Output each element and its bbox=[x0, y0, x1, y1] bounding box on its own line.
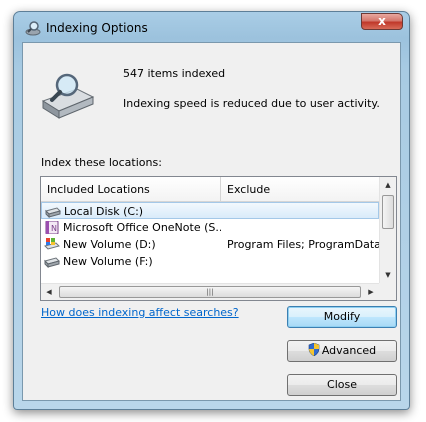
dialog-window: Indexing Options x 547 items indexed Ind… bbox=[13, 11, 410, 410]
close-icon: x bbox=[378, 14, 386, 28]
svg-text:N: N bbox=[51, 224, 57, 233]
scroll-up-icon[interactable]: ▲ bbox=[380, 177, 396, 193]
scroll-right-icon[interactable]: ▶ bbox=[363, 284, 379, 300]
close-button-label: Close bbox=[327, 378, 357, 391]
horizontal-scroll-thumb[interactable]: ||| bbox=[59, 286, 361, 298]
indexing-help-link[interactable]: How does indexing affect searches? bbox=[41, 306, 239, 319]
locations-label: Index these locations: bbox=[41, 156, 162, 169]
scrollbar-corner bbox=[379, 283, 396, 300]
list-item[interactable]: Local Disk (C:) bbox=[41, 202, 379, 219]
hard-drive-icon bbox=[45, 207, 61, 218]
horizontal-scrollbar[interactable]: ◀ ||| ▶ bbox=[41, 283, 379, 300]
modify-button[interactable]: Modify bbox=[287, 306, 397, 328]
list-header: Included Locations Exclude bbox=[41, 177, 379, 202]
drive-windows-icon bbox=[44, 238, 60, 250]
close-button[interactable]: Close bbox=[287, 374, 397, 396]
scroll-left-icon[interactable]: ◀ bbox=[41, 284, 57, 300]
advanced-button[interactable]: Advanced bbox=[287, 340, 397, 362]
scroll-down-icon[interactable]: ▼ bbox=[380, 267, 396, 283]
indexed-drive-icon bbox=[41, 73, 95, 119]
locations-list[interactable]: Included Locations Exclude Local Disk (C… bbox=[40, 176, 397, 301]
location-name: Microsoft Office OneNote (S... bbox=[63, 221, 221, 234]
list-item[interactable]: N Microsoft Office OneNote (S... bbox=[41, 219, 379, 236]
location-exclude: Program Files; ProgramData; D bbox=[227, 238, 379, 251]
modify-button-label: Modify bbox=[323, 310, 361, 323]
advanced-button-label: Advanced bbox=[321, 344, 377, 357]
vertical-scrollbar[interactable]: ▲ ▼ bbox=[379, 177, 396, 283]
list-item[interactable]: New Volume (F:) bbox=[41, 253, 379, 270]
window-close-button[interactable]: x bbox=[361, 13, 403, 30]
hard-drive-icon bbox=[44, 257, 60, 268]
onenote-icon: N bbox=[45, 221, 59, 234]
title-bar[interactable]: Indexing Options x bbox=[14, 12, 409, 42]
uac-shield-icon bbox=[308, 343, 320, 356]
window-title: Indexing Options bbox=[46, 21, 148, 35]
dialog-body: 547 items indexed Indexing speed is redu… bbox=[22, 42, 401, 401]
indexing-options-icon bbox=[25, 21, 41, 36]
column-header-included[interactable]: Included Locations bbox=[41, 177, 221, 201]
indexing-status: Indexing speed is reduced due to user ac… bbox=[123, 97, 380, 110]
location-name: New Volume (D:) bbox=[63, 238, 156, 251]
vertical-scroll-thumb[interactable] bbox=[382, 195, 394, 229]
location-name: New Volume (F:) bbox=[63, 255, 153, 268]
column-header-exclude[interactable]: Exclude bbox=[221, 177, 379, 201]
list-item[interactable]: New Volume (D:) Program Files; ProgramDa… bbox=[41, 236, 379, 253]
items-indexed-count: 547 items indexed bbox=[123, 67, 226, 80]
location-name: Local Disk (C:) bbox=[64, 205, 144, 218]
